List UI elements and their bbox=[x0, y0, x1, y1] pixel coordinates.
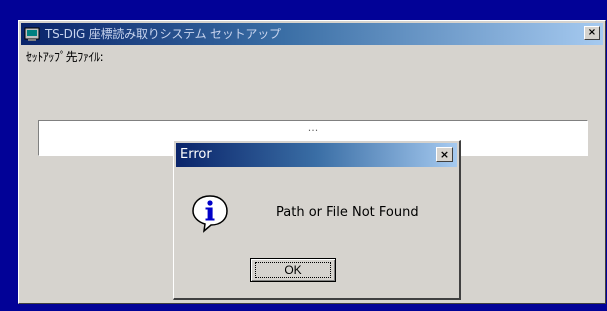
ok-button[interactable]: OK bbox=[250, 258, 336, 282]
error-dialog-title: Error bbox=[180, 147, 212, 162]
error-dialog: Error × Path or File Not Found OK bbox=[173, 140, 461, 300]
setup-window-titlebar[interactable]: TS-DIG 座標読み取りシステム セットアップ × bbox=[21, 23, 603, 45]
setup-window-close-button[interactable]: × bbox=[584, 26, 600, 40]
ok-button-focus-ring bbox=[255, 262, 331, 278]
info-icon bbox=[192, 195, 228, 233]
setup-app-icon bbox=[24, 27, 40, 41]
error-message: Path or File Not Found bbox=[276, 205, 419, 220]
error-dialog-close-button[interactable]: × bbox=[436, 147, 453, 162]
error-dialog-titlebar[interactable]: Error × bbox=[176, 143, 457, 167]
setup-destination-label: ｾｯﾄｱｯﾌﾟ先ﾌｧｲﾙ: bbox=[26, 50, 104, 64]
setup-window-title: TS-DIG 座標読み取りシステム セットアップ bbox=[45, 27, 281, 41]
